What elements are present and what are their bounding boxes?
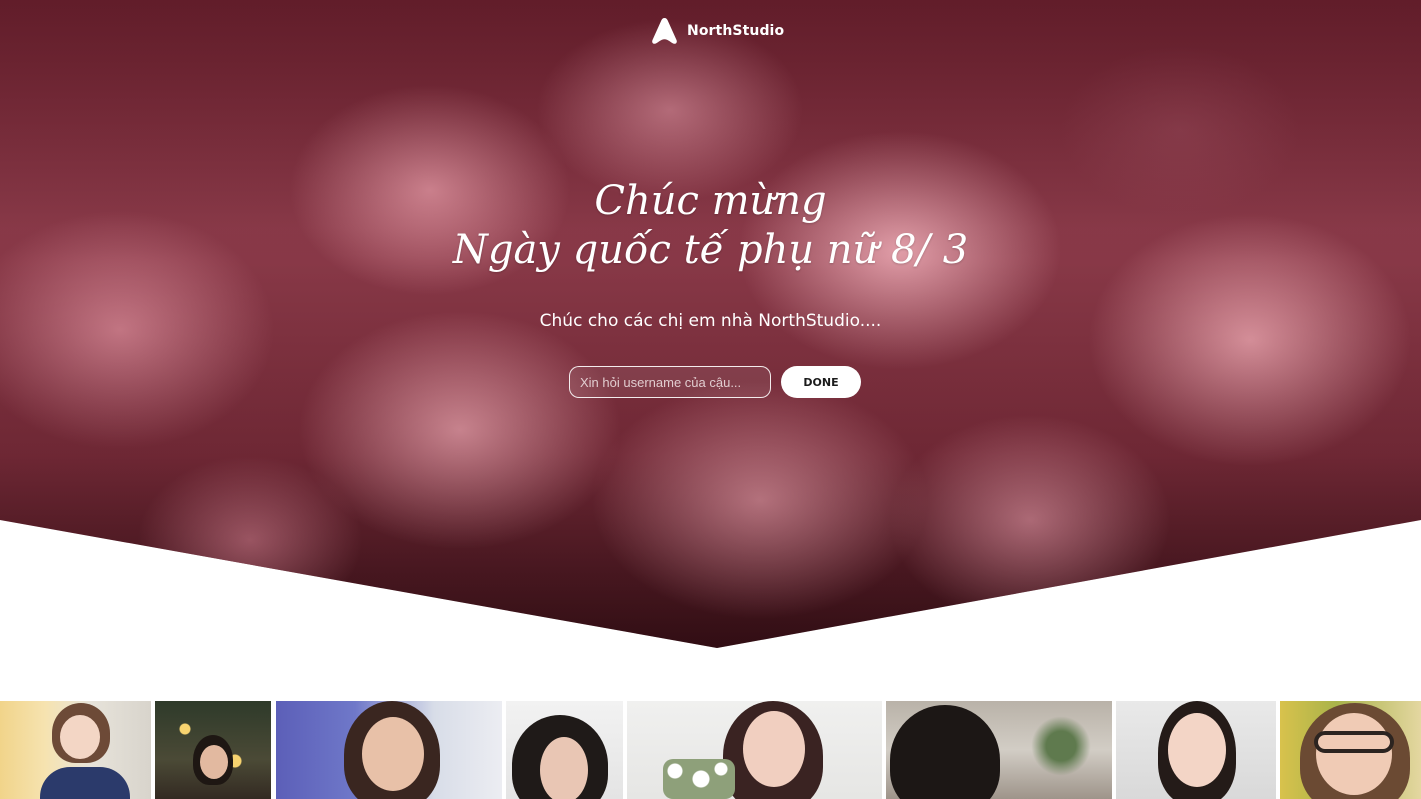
headline-congrats: Chúc mừng (594, 178, 827, 224)
gallery-photo[interactable] (0, 701, 151, 799)
gallery-photo[interactable] (276, 701, 502, 799)
hero-subtitle: Chúc cho các chị em nhà NorthStudio.... (539, 311, 882, 331)
gallery-photo[interactable] (1116, 701, 1276, 799)
gallery-photo[interactable] (155, 701, 271, 799)
username-form: DONE (569, 366, 861, 398)
gallery-photo[interactable] (627, 701, 882, 799)
hero-banner: NorthStudio Chúc mừng Ngày quốc tế phụ n… (0, 0, 1421, 648)
photo-gallery (0, 701, 1421, 799)
headline-womens-day: Ngày quốc tế phụ nữ 8/ 3 (452, 227, 969, 273)
brand-name: NorthStudio (687, 23, 785, 39)
gallery-photo[interactable] (886, 701, 1112, 799)
gallery-photo[interactable] (1280, 701, 1421, 799)
username-input[interactable] (569, 366, 771, 398)
brand[interactable]: NorthStudio (651, 17, 784, 45)
triangle-logo-icon (652, 18, 677, 44)
done-button[interactable]: DONE (781, 366, 861, 398)
gallery-photo[interactable] (506, 701, 623, 799)
